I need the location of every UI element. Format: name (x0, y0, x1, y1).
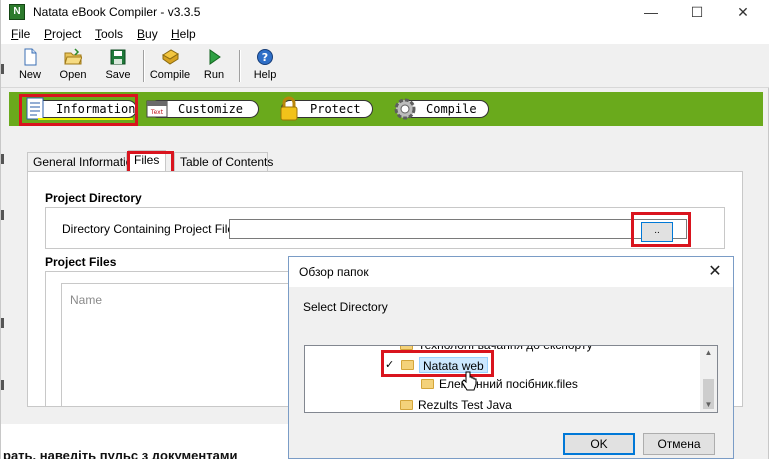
background-edge (1, 154, 4, 164)
nav-information-label: Information (56, 102, 136, 116)
folder-icon (400, 346, 413, 350)
background-edge (1, 64, 4, 74)
tree-item-label: Natata web (419, 357, 488, 373)
protect-lock-icon (280, 96, 298, 121)
open-button[interactable]: Open (57, 48, 89, 86)
tree-item-label: Rezults Test Java (418, 398, 512, 412)
menu-label: roject (52, 27, 82, 41)
dialog-title-bar: Обзор папок ✕ (289, 257, 733, 287)
menu-project[interactable]: Project (44, 27, 81, 41)
new-document-icon (24, 48, 37, 66)
column-name-header[interactable]: Name (70, 293, 102, 307)
compile-toolbar-button[interactable]: Compile (149, 48, 191, 86)
tree-scrollbar[interactable]: ▲ ▼ (700, 346, 717, 412)
compile-label: Compile (149, 69, 191, 81)
nav-compile-button[interactable]: Compile (394, 98, 489, 120)
directory-field-label: Directory Containing Project Files: (62, 222, 244, 236)
compile-book-icon (162, 49, 179, 65)
menu-accel: H (171, 27, 180, 41)
scroll-down-icon[interactable]: ▼ (700, 398, 717, 412)
project-files-title: Project Files (45, 255, 117, 269)
help-question-icon: ? (257, 49, 273, 65)
save-disk-icon (110, 49, 126, 65)
menu-help[interactable]: Help (171, 27, 196, 41)
save-button[interactable]: Save (103, 48, 133, 86)
menu-bar: File Project Tools Buy Help (1, 24, 769, 44)
menu-label: ile (18, 27, 31, 41)
checkmark-icon: ✓ (385, 359, 395, 371)
active-underline (38, 118, 133, 120)
menu-label: ools (101, 27, 124, 41)
tree-item-label: Технології вачання до експорту (418, 345, 593, 352)
select-directory-label: Select Directory (303, 300, 388, 314)
nav-compile-label: Compile (426, 102, 477, 116)
ok-button[interactable]: OK (563, 433, 635, 455)
toolbar-separator (239, 50, 241, 82)
nav-protect-button[interactable]: Protect (280, 96, 373, 121)
background-edge (1, 380, 4, 390)
app-window: N Natata eBook Compiler - v3.3.5 — ☐ ✕ F… (0, 0, 769, 459)
folder-icon (401, 360, 414, 370)
toolbar-separator (143, 50, 145, 82)
menu-file[interactable]: File (11, 27, 30, 41)
dialog-close-icon[interactable]: ✕ (705, 261, 725, 281)
project-directory-input[interactable] (229, 219, 687, 239)
project-directory-title: Project Directory (45, 191, 142, 205)
new-button[interactable]: New (15, 48, 45, 86)
folder-tree[interactable]: Технології вачання до експорту ✓ Natata … (304, 345, 718, 413)
background-edge (1, 318, 4, 328)
title-bar: N Natata eBook Compiler - v3.3.5 — ☐ ✕ (1, 0, 769, 24)
menu-tools[interactable]: Tools (95, 27, 123, 41)
run-button[interactable]: Run (200, 48, 228, 86)
tab-general-information[interactable]: General Information (27, 152, 139, 172)
toolbar: New Open Save Compile Run ? Help (1, 44, 769, 88)
new-label: New (18, 69, 41, 81)
customize-text-icon: Text (146, 100, 168, 118)
compile-gear-icon (394, 98, 416, 120)
run-label: Run (203, 69, 225, 81)
navigation-bar: Information Text Customize Protect Compi… (9, 92, 763, 126)
menu-label: uy (145, 27, 158, 41)
window-title: Natata eBook Compiler - v3.3.5 (33, 5, 201, 19)
project-files-list[interactable]: Name (61, 283, 291, 407)
app-logo-icon: N (9, 4, 25, 20)
dialog-title: Обзор папок (299, 265, 369, 279)
menu-buy[interactable]: Buy (137, 27, 158, 41)
help-button[interactable]: ? Help (251, 48, 279, 86)
tree-item-label: Елек онний посібник.files (439, 377, 578, 391)
menu-label: elp (179, 27, 196, 41)
folder-icon (400, 400, 413, 410)
svg-text:?: ? (262, 51, 268, 64)
folder-icon (421, 379, 434, 389)
hand-cursor-icon (461, 371, 477, 391)
nav-information-button[interactable]: Information (26, 97, 137, 120)
tab-files[interactable]: Files (128, 150, 166, 172)
open-folder-icon (64, 48, 82, 65)
scroll-up-icon[interactable]: ▲ (700, 346, 717, 360)
open-label: Open (59, 69, 87, 81)
menu-accel: P (44, 27, 53, 41)
nav-customize-label: Customize (178, 102, 244, 116)
menu-accel: B (137, 27, 146, 41)
browse-folder-dialog: Обзор папок ✕ Select Directory Технологі… (288, 256, 734, 459)
browse-directory-button[interactable]: .. (641, 222, 673, 242)
close-button[interactable]: ✕ (720, 0, 766, 24)
save-label: Save (105, 69, 131, 81)
minimize-button[interactable]: — (628, 0, 674, 24)
run-play-icon (209, 49, 221, 65)
tab-table-of-contents[interactable]: Table of Contents (174, 152, 273, 172)
cancel-button[interactable]: Отмена (643, 433, 715, 455)
help-label: Help (253, 69, 277, 81)
nav-protect-label: Protect (310, 102, 361, 116)
background-edge (1, 210, 4, 220)
nav-customize-button[interactable]: Text Customize (146, 100, 259, 118)
background-document-text: рать, наведіть пульс з документами (3, 448, 238, 459)
maximize-button[interactable]: ☐ (674, 0, 720, 24)
svg-text:Text: Text (150, 109, 164, 116)
